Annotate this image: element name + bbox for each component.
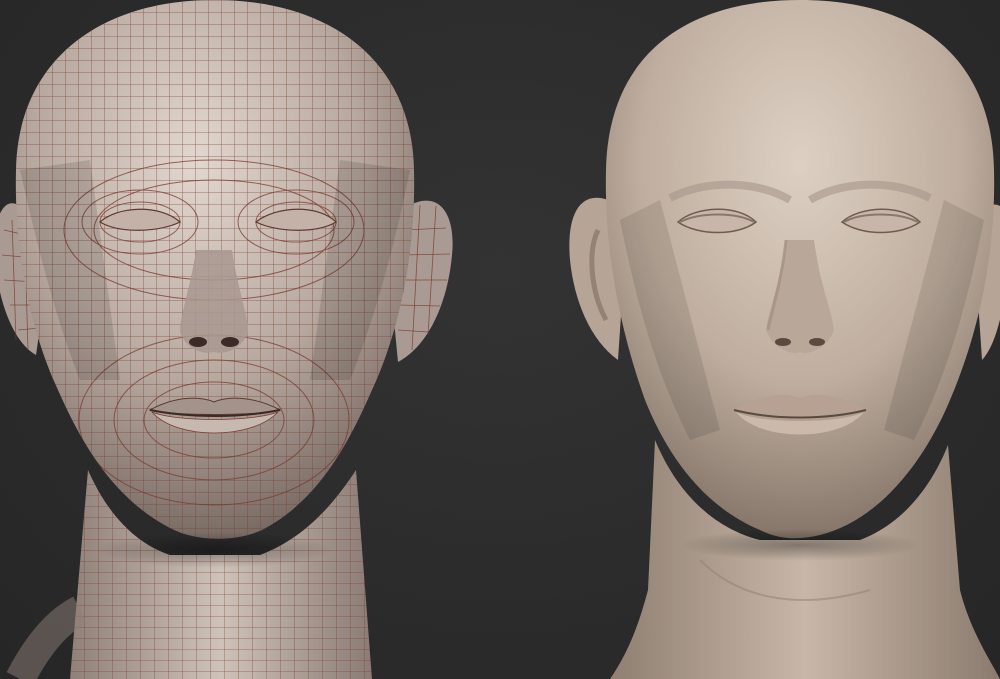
wireframe-head — [0, 0, 453, 679]
viewport — [0, 0, 1000, 679]
scene-canvas — [0, 0, 1000, 679]
sculpted-head — [569, 0, 1000, 679]
